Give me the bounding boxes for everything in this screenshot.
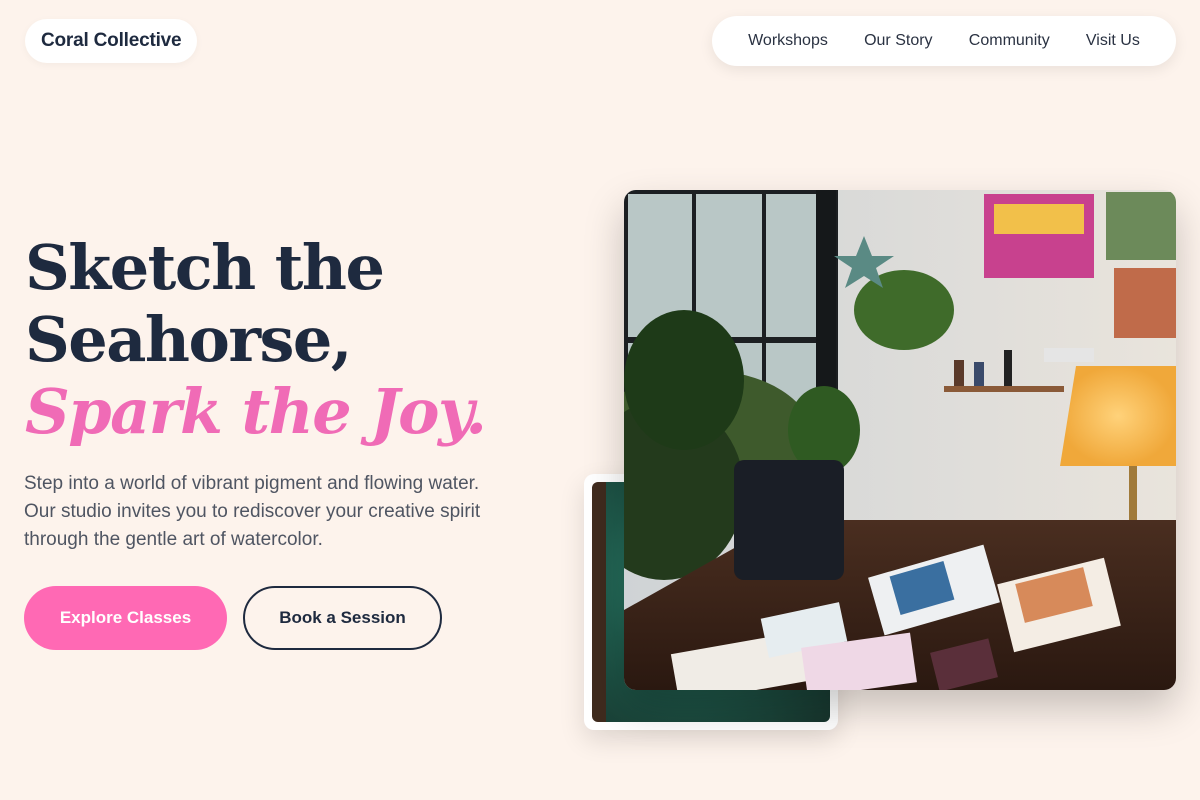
headline-accent: Spark the Joy. xyxy=(25,375,487,448)
headline-line-2: Seahorse, xyxy=(25,303,352,376)
explore-classes-button[interactable]: Explore Classes xyxy=(24,586,227,650)
nav-community[interactable]: Community xyxy=(969,32,1050,50)
studio-photo-image xyxy=(624,190,1176,690)
hero-headline: Sketch the Seahorse, Spark the Joy. xyxy=(25,231,487,448)
book-session-button[interactable]: Book a Session xyxy=(243,586,442,650)
hero-description: Step into a world of vibrant pigment and… xyxy=(24,473,481,550)
nav-visit-us[interactable]: Visit Us xyxy=(1086,32,1140,50)
headline-line-1: Sketch the xyxy=(25,231,385,304)
brand-logo[interactable]: Coral Collective xyxy=(25,19,198,63)
nav-our-story[interactable]: Our Story xyxy=(864,32,932,50)
studio-photo xyxy=(624,190,1176,690)
main-nav: Workshops Our Story Community Visit Us xyxy=(712,16,1176,66)
nav-workshops[interactable]: Workshops xyxy=(748,32,828,50)
landing-page: Coral Collective Workshops Our Story Com… xyxy=(0,0,1200,800)
